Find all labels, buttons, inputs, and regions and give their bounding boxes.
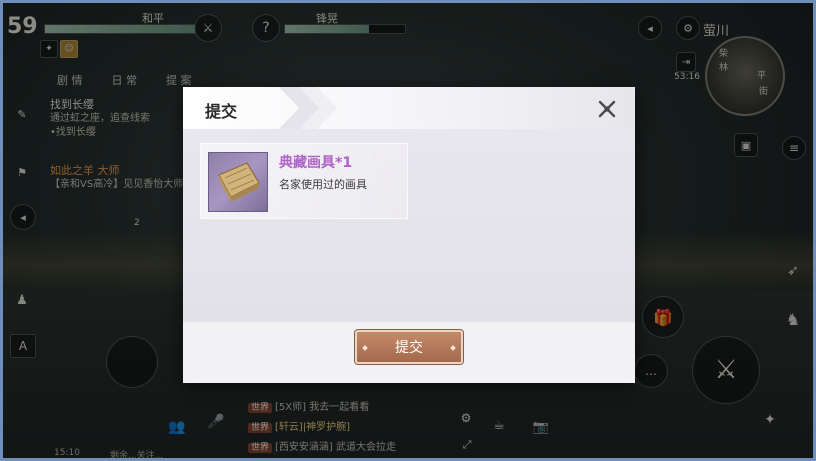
painting-kit-icon — [208, 152, 268, 212]
item-name: 典藏画具*1 — [279, 155, 353, 171]
header-decoration — [279, 87, 337, 129]
submit-button[interactable]: 提交 — [355, 330, 463, 364]
dialog-body: 典藏画具*1 名家使用过的画具 — [183, 129, 635, 322]
game-screen: 59 和平 ⚔ ? 锋晃 ✦ ☺ ◂ ⚙ 萤川 ⇥ 53:16 柴 林 平 街 … — [0, 0, 816, 461]
button-ornament — [362, 345, 368, 351]
dialog-header: 提交 — [183, 87, 635, 129]
item-description: 名家使用过的画具 — [279, 178, 367, 191]
dialog-title: 提交 — [205, 102, 238, 121]
dialog-footer: 提交 — [183, 322, 635, 383]
close-icon[interactable] — [595, 97, 619, 121]
submit-dialog: 提交 典藏画具*1 名家使用过的画具 提交 — [183, 87, 635, 383]
reward-item-card[interactable]: 典藏画具*1 名家使用过的画具 — [200, 143, 408, 219]
submit-button-label: 提交 — [395, 340, 423, 356]
button-ornament — [450, 345, 456, 351]
